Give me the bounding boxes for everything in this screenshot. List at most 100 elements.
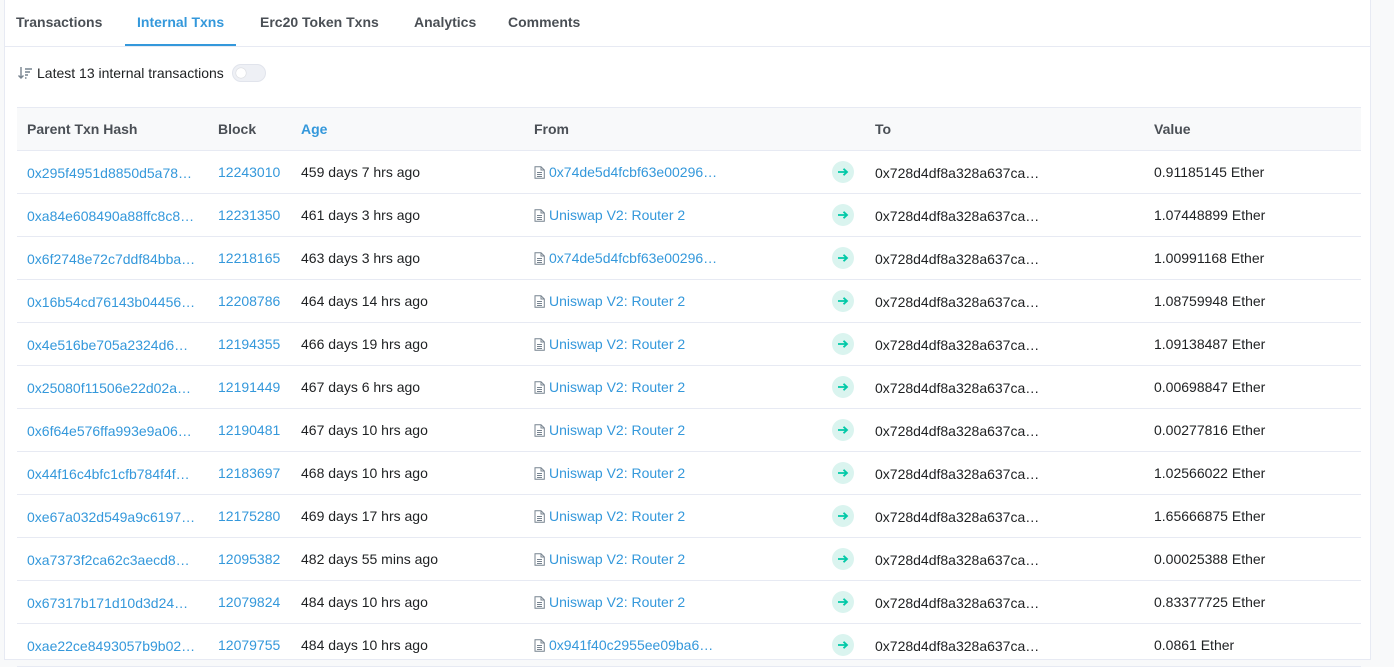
from-cell: Uniswap V2: Router 2 <box>524 322 822 366</box>
value-text: 0.83377725 Ether <box>1154 594 1266 610</box>
from-address-link[interactable]: Uniswap V2: Router 2 <box>549 336 685 352</box>
tab-internal-txns[interactable]: Internal Txns <box>125 0 237 46</box>
to-cell: 0x728d4df8a328a637ca… <box>865 580 1144 624</box>
block-link[interactable]: 12231350 <box>218 207 280 223</box>
from-cell: Uniswap V2: Router 2 <box>524 580 822 624</box>
direction-badge <box>832 419 854 441</box>
parent-txn-hash-link[interactable]: 0xa84e608490a88ffc8c8… <box>27 208 194 224</box>
from-address-link[interactable]: Uniswap V2: Router 2 <box>549 422 685 438</box>
parent-txn-hash-link[interactable]: 0xae22ce8493057b9b02… <box>27 638 195 654</box>
value-text: 1.65666875 Ether <box>1154 508 1266 524</box>
document-icon <box>534 251 545 265</box>
block-link[interactable]: 12208786 <box>218 293 280 309</box>
table-row: 0x44f16c4bfc1cfb784f4f… 12183697 468 day… <box>17 451 1361 495</box>
to-address-text: 0x728d4df8a328a637ca… <box>875 207 1040 224</box>
from-cell: Uniswap V2: Router 2 <box>524 365 822 409</box>
block-link[interactable]: 12191449 <box>218 379 280 395</box>
parent-txn-hash-link[interactable]: 0xa7373f2ca62c3aecd8… <box>27 552 190 568</box>
to-address-text: 0x728d4df8a328a637ca… <box>875 508 1040 525</box>
block-link[interactable]: 12183697 <box>218 465 280 481</box>
from-wrap: Uniswap V2: Router 2 <box>534 508 822 524</box>
direction-cell <box>822 494 865 538</box>
parent-txn-hash-cell: 0xae22ce8493057b9b02… <box>17 623 208 667</box>
direction-badge <box>832 247 854 269</box>
from-cell: Uniswap V2: Router 2 <box>524 537 822 581</box>
tab-analytics[interactable]: Analytics <box>414 0 476 46</box>
parent-txn-hash-cell: 0x67317b171d10d3d24… <box>17 580 208 624</box>
direction-badge <box>832 161 854 183</box>
toggle-knob <box>235 68 246 78</box>
tab-erc20-token-txns[interactable]: Erc20 Token Txns <box>260 0 379 46</box>
to-address-text: 0x728d4df8a328a637ca… <box>875 465 1040 482</box>
from-address-link[interactable]: Uniswap V2: Router 2 <box>549 207 685 223</box>
table-row: 0x67317b171d10d3d24… 12079824 484 days 1… <box>17 580 1361 624</box>
from-wrap: 0x941f40c2955ee09ba6… <box>534 637 822 653</box>
age-text: 484 days 10 hrs ago <box>301 594 428 610</box>
block-link[interactable]: 12079824 <box>218 594 280 610</box>
header-age[interactable]: Age <box>291 107 524 151</box>
parent-txn-hash-link[interactable]: 0x6f64e576ffa993e9a06… <box>27 423 192 439</box>
from-address-link[interactable]: Uniswap V2: Router 2 <box>549 594 685 610</box>
parent-txn-hash-link[interactable]: 0xe67a032d549a9c6197… <box>27 509 195 525</box>
from-address-link[interactable]: Uniswap V2: Router 2 <box>549 508 685 524</box>
parent-txn-hash-link[interactable]: 0x295f4951d8850d5a78… <box>27 165 192 181</box>
arrow-right-icon <box>838 254 849 262</box>
header-value: Value <box>1144 107 1361 151</box>
from-address-link[interactable]: Uniswap V2: Router 2 <box>549 293 685 309</box>
from-address-link[interactable]: 0x941f40c2955ee09ba6… <box>549 637 713 653</box>
value-cell: 0.0861 Ether <box>1144 623 1361 667</box>
arrow-right-icon <box>838 555 849 563</box>
to-address-text: 0x728d4df8a328a637ca… <box>875 594 1040 611</box>
block-link[interactable]: 12190481 <box>218 422 280 438</box>
from-address-link[interactable]: 0x74de5d4fcbf63e00296… <box>549 250 717 266</box>
value-text: 0.0861 Ether <box>1154 637 1235 653</box>
parent-txn-hash-cell: 0x295f4951d8850d5a78… <box>17 150 208 194</box>
tab-bar: Transactions Internal Txns Erc20 Token T… <box>5 0 1370 47</box>
from-address-link[interactable]: Uniswap V2: Router 2 <box>549 465 685 481</box>
arrow-right-icon <box>838 168 849 176</box>
parent-txn-hash-cell: 0xe67a032d549a9c6197… <box>17 494 208 538</box>
from-wrap: Uniswap V2: Router 2 <box>534 336 822 352</box>
age-cell: 482 days 55 mins ago <box>291 537 524 581</box>
table-row: 0x295f4951d8850d5a78… 12243010 459 days … <box>17 150 1361 194</box>
direction-badge <box>832 462 854 484</box>
from-address-link[interactable]: Uniswap V2: Router 2 <box>549 379 685 395</box>
parent-txn-hash-cell: 0x4e516be705a2324d6… <box>17 322 208 366</box>
parent-txn-hash-link[interactable]: 0x25080f11506e22d02a… <box>27 380 191 396</box>
from-address-link[interactable]: 0x74de5d4fcbf63e00296… <box>549 164 717 180</box>
block-link[interactable]: 12218165 <box>218 250 280 266</box>
block-link[interactable]: 12095382 <box>218 551 280 567</box>
direction-cell <box>822 408 865 452</box>
parent-txn-hash-link[interactable]: 0x16b54cd76143b04456… <box>27 294 195 310</box>
document-icon <box>534 380 545 394</box>
from-wrap: Uniswap V2: Router 2 <box>534 422 822 438</box>
parent-txn-hash-link[interactable]: 0x6f2748e72c7ddf84bba… <box>27 251 195 267</box>
value-cell: 1.65666875 Ether <box>1144 494 1361 538</box>
sort-descending-icon[interactable] <box>17 65 33 81</box>
age-cell: 484 days 10 hrs ago <box>291 623 524 667</box>
arrow-right-icon <box>838 469 849 477</box>
to-address-text: 0x728d4df8a328a637ca… <box>875 336 1040 353</box>
block-cell: 12191449 <box>208 365 291 409</box>
to-cell: 0x728d4df8a328a637ca… <box>865 236 1144 280</box>
block-link[interactable]: 12175280 <box>218 508 280 524</box>
from-address-link[interactable]: Uniswap V2: Router 2 <box>549 551 685 567</box>
block-link[interactable]: 12243010 <box>218 164 280 180</box>
age-text: 482 days 55 mins ago <box>301 551 438 567</box>
parent-txn-hash-link[interactable]: 0x44f16c4bfc1cfb784f4f… <box>27 466 190 482</box>
block-link[interactable]: 12079755 <box>218 637 280 653</box>
from-cell: 0x941f40c2955ee09ba6… <box>524 623 822 667</box>
block-link[interactable]: 12194355 <box>218 336 280 352</box>
to-address-text: 0x728d4df8a328a637ca… <box>875 422 1040 439</box>
document-icon <box>534 509 545 523</box>
tab-transactions[interactable]: Transactions <box>16 0 102 46</box>
block-cell: 12231350 <box>208 193 291 237</box>
tab-comments[interactable]: Comments <box>508 0 580 46</box>
from-wrap: Uniswap V2: Router 2 <box>534 594 822 610</box>
parent-txn-hash-link[interactable]: 0x4e516be705a2324d6… <box>27 337 188 353</box>
direction-cell <box>822 236 865 280</box>
age-text: 468 days 10 hrs ago <box>301 465 428 481</box>
header-direction <box>822 107 865 151</box>
advanced-mode-toggle[interactable] <box>231 64 266 82</box>
parent-txn-hash-link[interactable]: 0x67317b171d10d3d24… <box>27 595 188 611</box>
